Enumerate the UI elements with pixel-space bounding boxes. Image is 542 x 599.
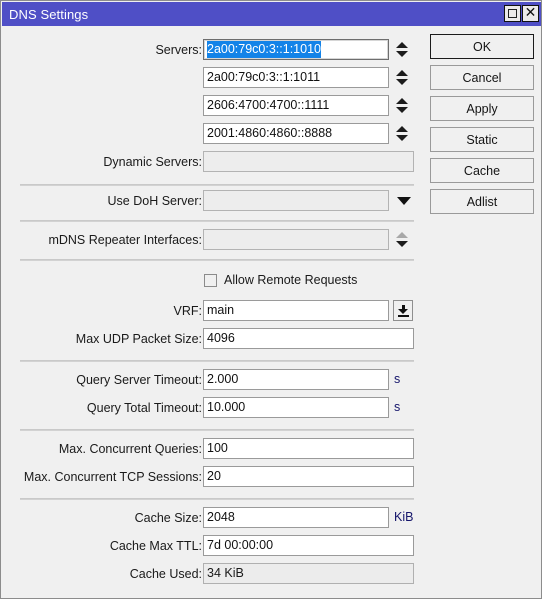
separator-6 xyxy=(20,498,414,500)
dns-settings-window: DNS Settings ✕ Servers: 2a00:79c0:3::1:1… xyxy=(0,0,542,599)
mdns-label: mDNS Repeater Interfaces: xyxy=(48,233,202,247)
servers-spinner-2[interactable] xyxy=(395,95,409,116)
title-bar[interactable]: DNS Settings ✕ xyxy=(2,2,541,26)
button-column: OK Cancel Apply Static Cache Adlist xyxy=(430,34,534,220)
query-total-timeout-unit: s xyxy=(394,400,401,414)
servers-input-2[interactable]: 2606:4700:4700::1111 xyxy=(203,95,389,116)
vrf-label: VRF: xyxy=(173,304,202,318)
doh-input[interactable] xyxy=(203,190,389,211)
vrf-dropdown-button[interactable] xyxy=(393,300,413,321)
close-icon: ✕ xyxy=(524,5,537,21)
max-tcp-label: Max. Concurrent TCP Sessions: xyxy=(23,470,202,484)
servers-spinner-0[interactable] xyxy=(395,39,409,60)
window-controls: ✕ xyxy=(504,5,539,22)
separator-3 xyxy=(20,259,414,261)
cancel-button[interactable]: Cancel xyxy=(430,65,534,90)
servers-spinner-3[interactable] xyxy=(395,123,409,144)
separator-2 xyxy=(20,220,414,222)
allow-remote-requests-checkbox[interactable]: Allow Remote Requests xyxy=(204,273,357,287)
max-queries-label: Max. Concurrent Queries: xyxy=(58,442,202,456)
dialog-body: Servers: 2a00:79c0:3::1:1010 2a00:79c0:3… xyxy=(2,26,541,598)
separator-5 xyxy=(20,429,414,431)
query-server-timeout-unit: s xyxy=(394,372,401,386)
vrf-input[interactable]: main xyxy=(203,300,389,321)
query-server-timeout-input[interactable]: 2.000 xyxy=(203,369,389,390)
cache-max-ttl-input[interactable]: 7d 00:00:00 xyxy=(203,535,414,556)
mdns-input[interactable] xyxy=(203,229,389,250)
max-udp-label: Max UDP Packet Size: xyxy=(75,332,202,346)
separator-4 xyxy=(20,360,414,362)
maximize-button[interactable] xyxy=(504,5,521,22)
maximize-icon xyxy=(508,9,517,18)
max-udp-input[interactable]: 4096 xyxy=(203,328,414,349)
dynamic-servers-label: Dynamic Servers: xyxy=(103,155,202,169)
cache-size-input[interactable]: 2048 xyxy=(203,507,389,528)
adlist-button[interactable]: Adlist xyxy=(430,189,534,214)
max-tcp-input[interactable]: 20 xyxy=(203,466,414,487)
checkbox-box-icon xyxy=(204,273,217,287)
cache-used-value: 34 KiB xyxy=(203,563,414,584)
window-title: DNS Settings xyxy=(9,6,89,22)
cache-used-label: Cache Used: xyxy=(129,567,202,581)
servers-spinner-1[interactable] xyxy=(395,67,409,88)
dynamic-servers-input xyxy=(203,151,414,172)
allow-remote-requests-label: Allow Remote Requests xyxy=(224,273,358,287)
servers-input-1[interactable]: 2a00:79c0:3::1:1011 xyxy=(203,67,389,88)
mdns-spinner[interactable] xyxy=(395,229,409,250)
max-queries-input[interactable]: 100 xyxy=(203,438,414,459)
separator-1 xyxy=(20,184,414,186)
servers-input-0[interactable]: 2a00:79c0:3::1:1010 xyxy=(203,39,389,60)
close-button[interactable]: ✕ xyxy=(522,5,539,22)
servers-label: Servers: xyxy=(155,43,202,57)
cache-size-unit: KiB xyxy=(394,510,414,524)
static-button[interactable]: Static xyxy=(430,127,534,152)
cache-button[interactable]: Cache xyxy=(430,158,534,183)
doh-label: Use DoH Server: xyxy=(107,194,202,208)
query-server-timeout-label: Query Server Timeout: xyxy=(76,373,202,387)
doh-dropdown-chevron-down-icon[interactable] xyxy=(396,190,412,211)
query-total-timeout-label: Query Total Timeout: xyxy=(86,401,202,415)
servers-input-3[interactable]: 2001:4860:4860::8888 xyxy=(203,123,389,144)
cache-max-ttl-label: Cache Max TTL: xyxy=(109,539,202,553)
query-total-timeout-input[interactable]: 10.000 xyxy=(203,397,389,418)
servers-input-0-value: 2a00:79c0:3::1:1010 xyxy=(207,41,321,58)
cache-size-label: Cache Size: xyxy=(134,511,202,525)
ok-button[interactable]: OK xyxy=(430,34,534,59)
arrow-down-to-bar-icon xyxy=(397,304,409,317)
apply-button[interactable]: Apply xyxy=(430,96,534,121)
